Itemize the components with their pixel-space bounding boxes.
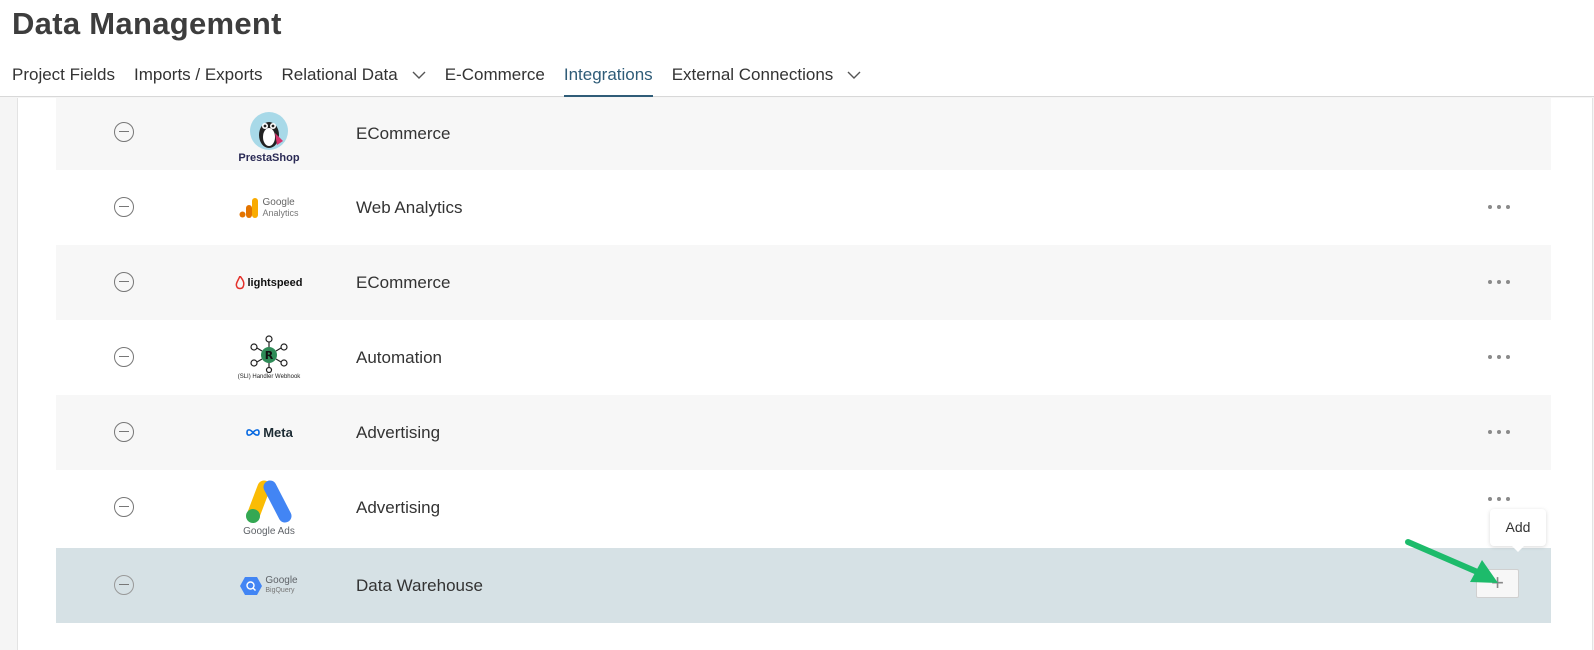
remove-icon[interactable] — [114, 422, 134, 442]
google-analytics-logo: Google Analytics — [221, 172, 317, 243]
integration-category: Data Warehouse — [356, 576, 483, 595]
bigquery-icon — [240, 576, 263, 595]
logo-wordmark: Analytics — [262, 207, 299, 218]
chevron-down-icon — [412, 71, 426, 79]
logo-wordmark: BigQuery — [265, 586, 295, 594]
webhook-network-icon: R — [250, 335, 288, 373]
tab-relational-data[interactable]: Relational Data — [281, 62, 426, 97]
tab-e-commerce[interactable]: E-Commerce — [445, 62, 545, 97]
meta-infinity-icon — [246, 429, 260, 436]
handler-webhook-logo: R (SLI) Handler Webhook — [221, 322, 317, 393]
more-options-button[interactable] — [1488, 277, 1510, 287]
google-ads-icon — [246, 480, 292, 523]
tab-integrations[interactable]: Integrations — [563, 62, 653, 97]
prestashop-logo: PrestaShop — [221, 106, 317, 168]
svg-text:R: R — [265, 349, 274, 362]
google-analytics-icon — [239, 197, 259, 218]
remove-icon[interactable] — [114, 347, 134, 367]
tab-imports-exports[interactable]: Imports / Exports — [134, 62, 262, 97]
tab-project-fields[interactable]: Project Fields — [12, 62, 115, 97]
logo-wordmark: Google — [265, 574, 298, 586]
tab-external-connections[interactable]: External Connections — [672, 62, 862, 97]
lightspeed-flame-icon — [236, 275, 246, 289]
logo-wordmark: Google — [262, 196, 295, 208]
more-options-button[interactable] — [1488, 202, 1510, 212]
integration-category: ECommerce — [356, 124, 451, 143]
remove-icon[interactable] — [114, 197, 134, 217]
logo-wordmark: Google Ads — [243, 525, 295, 537]
integration-row: Meta Advertising — [56, 395, 1551, 470]
meta-logo: Meta — [221, 397, 317, 468]
page-header: Data Management Project Fields Imports /… — [0, 0, 1594, 97]
tab-label: Integrations — [563, 65, 653, 84]
tab-bar: Project Fields Imports / Exports Relatio… — [12, 62, 880, 97]
remove-icon[interactable] — [114, 272, 134, 292]
lightspeed-logo: lightspeed — [221, 247, 317, 318]
integration-row: Google Analytics Web Analytics — [56, 170, 1551, 245]
more-options-button[interactable] — [1488, 427, 1510, 437]
remove-icon[interactable] — [114, 497, 134, 517]
integration-category: Advertising — [356, 423, 441, 442]
integration-row: Google Ads Advertising — [56, 470, 1551, 545]
integration-row: lightspeed ECommerce — [56, 245, 1551, 320]
green-arrow-annotation — [1405, 539, 1498, 583]
integration-row: Google BigQuery Data Warehouse + — [56, 548, 1551, 623]
remove-icon[interactable] — [114, 122, 134, 142]
tab-label: E-Commerce — [444, 65, 545, 84]
more-options-button[interactable] — [1488, 352, 1510, 362]
tab-label: External Connections — [671, 65, 834, 84]
tab-label: Project Fields — [12, 65, 115, 84]
integration-row: R (SLI) Handler Webhook Automation — [56, 320, 1551, 395]
integration-category: Web Analytics — [356, 198, 463, 217]
more-options-button[interactable] — [1488, 494, 1510, 504]
logo-wordmark: (SLI) Handler Webhook — [237, 374, 301, 380]
integration-category: ECommerce — [356, 273, 451, 292]
tab-label: Imports / Exports — [133, 65, 263, 84]
integration-category: Advertising — [356, 498, 441, 517]
integration-row: PrestaShop ECommerce — [56, 98, 1551, 170]
remove-icon[interactable] — [114, 575, 134, 595]
integration-category: Automation — [356, 348, 442, 367]
logo-wordmark: Meta — [263, 425, 293, 440]
chevron-down-icon — [847, 71, 861, 79]
logo-wordmark: lightspeed — [247, 276, 303, 289]
google-bigquery-logo: Google BigQuery — [221, 550, 317, 621]
tab-label: Relational Data — [281, 65, 398, 84]
google-ads-logo: Google Ads — [221, 472, 317, 543]
logo-wordmark: PrestaShop — [238, 151, 300, 164]
prestashop-icon — [250, 111, 288, 150]
page-title: Data Management — [12, 6, 282, 41]
